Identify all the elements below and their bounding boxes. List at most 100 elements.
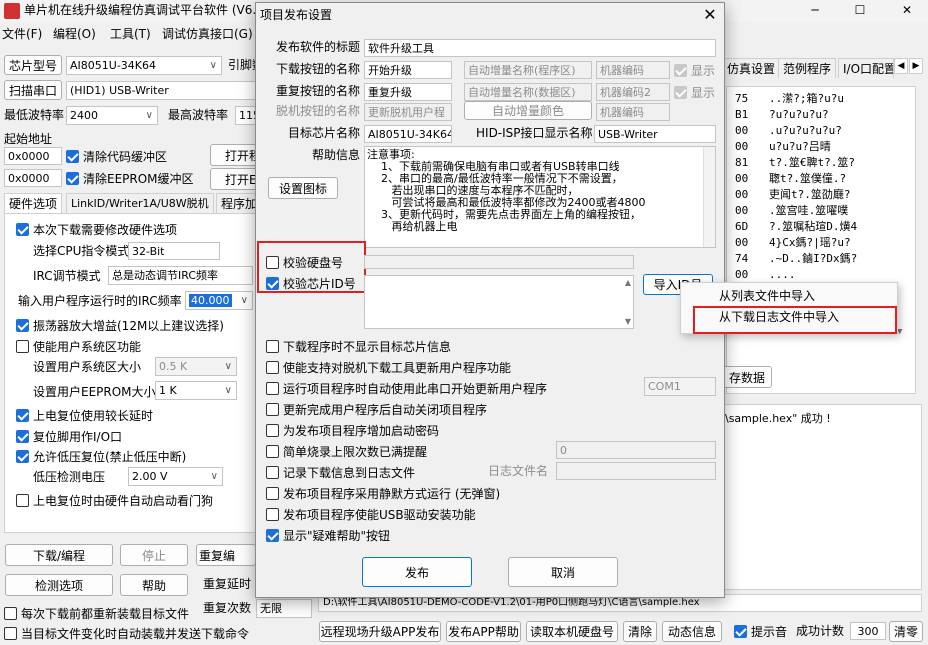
reset-io-checkbox[interactable]: 复位脚用作I/O口 xyxy=(16,426,122,446)
chip-type-combo[interactable]: AI8051U-34K64 ∨ xyxy=(66,56,222,75)
verify-chip-checkbox[interactable]: 校验芯片ID号 xyxy=(266,273,356,293)
dynamic-info-button[interactable]: 动态信息 xyxy=(662,621,722,642)
maximize-icon[interactable]: ☐ xyxy=(845,0,875,22)
main-close-icon[interactable]: ✕ xyxy=(892,0,922,22)
auto-inc-color-button[interactable]: 自动增量颜色 xyxy=(464,101,592,120)
option-checkbox[interactable]: 发布项目程序使能USB驱动安装功能 xyxy=(266,504,476,524)
eeprom-size-combo[interactable]: 1 K ∨ xyxy=(155,381,237,400)
menu-item-import-log[interactable]: 从下载日志文件中导入 xyxy=(719,307,839,327)
close-icon[interactable]: ✕ xyxy=(696,3,724,27)
chip-type-button[interactable]: 芯片型号 xyxy=(4,55,62,75)
help-button[interactable]: 帮助 xyxy=(120,574,188,596)
scan-port-button[interactable]: 扫描串口 xyxy=(4,80,62,100)
irc-mode-combo[interactable]: 总是动态调节IRC频率 xyxy=(108,266,253,285)
tab-linkid[interactable]: LinkID/Writer1A/U8W脱机 xyxy=(66,193,214,213)
hex-address: 81 xyxy=(735,156,749,169)
clear-code-checkbox[interactable]: 清除代码缓冲区 xyxy=(66,146,167,166)
option-checkbox[interactable]: 下载程序时不显示目标芯片信息 xyxy=(266,336,451,356)
option-checkbox[interactable]: 更新完成用户程序后自动关闭项目程序 xyxy=(266,399,487,419)
chip-id-list[interactable]: ▲ ▼ xyxy=(364,275,634,329)
chip-id-scroll-down-icon[interactable]: ▼ xyxy=(625,317,631,326)
hex-ascii-row: .u?u?u?u?u? xyxy=(769,124,842,137)
target-chip-input[interactable]: AI8051U-34K64 xyxy=(364,125,452,143)
repeat-btn-name-input[interactable]: 重复升级 xyxy=(364,83,452,101)
cancel-button[interactable]: 取消 xyxy=(508,557,618,587)
download-btn-name-input[interactable]: 开始升级 xyxy=(364,61,452,79)
show1-checkbox[interactable]: 显示 xyxy=(674,60,715,80)
menu-file[interactable]: 文件(F) xyxy=(2,24,42,44)
repeat-count-combo[interactable]: 无限 xyxy=(256,599,312,618)
clear-zero-button[interactable]: 清零 xyxy=(889,621,923,642)
addr1-input[interactable]: 0x0000 xyxy=(4,147,62,165)
hid-display-input[interactable]: USB-Writer xyxy=(594,125,716,143)
option-label: 简单烧录上限次数已满提醒 xyxy=(283,444,428,459)
auto-inc-program-input[interactable]: 自动增量名称(程序区) xyxy=(464,61,592,79)
auto-inc-data-input[interactable]: 自动增量名称(数据区) xyxy=(464,83,592,101)
cpu-mode-combo[interactable]: 32-Bit xyxy=(128,242,220,260)
menu-debug[interactable]: 调试仿真接口(G) xyxy=(162,24,253,44)
hex-ascii-row: t?.筮€聛t?.筮? xyxy=(769,156,855,169)
minimize-icon[interactable]: ─ xyxy=(800,0,830,22)
watchdog-checkbox[interactable]: 上电复位时由硬件自动启动看门狗 xyxy=(16,490,213,510)
beep-checkbox[interactable]: 提示音 xyxy=(734,621,787,641)
tab-examples[interactable]: 范例程序 xyxy=(778,58,837,78)
auto-load-checkbox[interactable]: 当目标文件变化时自动装载并发送下载命令 xyxy=(4,623,249,643)
count-limit-input[interactable]: 0 xyxy=(556,441,716,459)
check-options-button[interactable]: 检测选项 xyxy=(5,574,113,596)
offline-btn-name-input[interactable]: 更新脱机用户程 xyxy=(364,103,452,121)
option-checkbox[interactable]: 使能支持对脱机下载工具更新用户程序功能 xyxy=(266,357,511,377)
chip-id-scroll-up-icon[interactable]: ▲ xyxy=(625,278,631,287)
reload-checkbox[interactable]: 每次下载前都重新装载目标文件 xyxy=(4,603,189,623)
save-data-button[interactable]: 存数据 xyxy=(722,366,772,388)
addr2-input[interactable]: 0x0000 xyxy=(4,169,62,187)
remote-upgrade-button[interactable]: 远程现场升级APP发布 xyxy=(319,621,441,642)
option-checkbox[interactable]: 运行项目程序时自动使用此串口开始更新用户程序 xyxy=(266,378,547,398)
port-combo[interactable]: (HID1) USB-Writer xyxy=(66,81,256,100)
machine-code2-input[interactable]: 机器编码2 xyxy=(596,83,670,101)
help-scrollbar[interactable] xyxy=(703,147,715,247)
log-file-input[interactable] xyxy=(556,462,716,480)
tab-simulation[interactable]: 仿真设置 xyxy=(722,58,781,78)
release-title-input[interactable]: 软件升级工具 xyxy=(364,39,716,57)
irc-freq-combo[interactable]: 40.000 ∨ xyxy=(185,291,253,310)
chevron-down-icon: ∨ xyxy=(145,110,153,121)
read-disk-button[interactable]: 读取本机硬盘号 xyxy=(526,621,618,642)
verify-disk-input[interactable] xyxy=(364,255,634,269)
help-info-textarea[interactable]: 注意事项: 1、下载前需确保电脑有串口或者有USB转串口线 2、串口的最高/最低… xyxy=(364,146,716,248)
menu-item-import-list[interactable]: 从列表文件中导入 xyxy=(719,286,815,306)
redownload-button[interactable]: 重复编 xyxy=(196,544,256,566)
repeat-btn-name-label: 重复按钮的名称 xyxy=(276,84,361,98)
show2-checkbox[interactable]: 显示 xyxy=(674,82,715,102)
menu-program[interactable]: 编程(O) xyxy=(53,24,96,44)
menu-tools[interactable]: 工具(T) xyxy=(110,24,151,44)
option-checkbox[interactable]: 记录下载信息到日志文件 xyxy=(266,462,415,482)
sys-area-checkbox[interactable]: 使能用户系统区功能 xyxy=(16,336,141,356)
tab-scroll-right-icon[interactable]: ▶ xyxy=(909,58,923,74)
option-checkbox[interactable]: 简单烧录上限次数已满提醒 xyxy=(266,441,427,461)
min-baud-combo[interactable]: 2400 ∨ xyxy=(66,106,158,125)
clear-eeprom-checkbox[interactable]: 清除EEPROM缓冲区 xyxy=(66,168,194,188)
tab-io-config[interactable]: I/O口配置 xyxy=(838,58,894,78)
amp-gain-checkbox[interactable]: 振荡器放大增益(12M以上建议选择) xyxy=(16,315,224,335)
publish-app-help-button[interactable]: 发布APP帮助 xyxy=(446,621,521,642)
machine-code-input[interactable]: 机器编码 xyxy=(596,61,670,79)
option-checkbox[interactable]: 发布项目程序采用静默方式运行 (无弹窗) xyxy=(266,483,500,503)
lvd-voltage-combo[interactable]: 2.00 V ∨ xyxy=(128,467,223,486)
stop-button[interactable]: 停止 xyxy=(120,544,188,566)
download-button[interactable]: 下载/编程 xyxy=(5,544,113,566)
option-checkbox[interactable]: 显示"疑难帮助"按钮 xyxy=(266,525,390,545)
power-delay-checkbox[interactable]: 上电复位使用较长延时 xyxy=(16,405,153,425)
set-icon-button[interactable]: 设置图标 xyxy=(268,177,338,199)
verify-disk-checkbox[interactable]: 校验硬盘号 xyxy=(266,252,343,272)
publish-button[interactable]: 发布 xyxy=(362,557,472,587)
machine-code-color-input[interactable]: 机器编码 xyxy=(596,103,670,121)
sys-size-combo[interactable]: 0.5 K ∨ xyxy=(155,357,237,376)
tab-scroll-left-icon[interactable]: ◀ xyxy=(894,58,908,74)
com-port-combo[interactable]: COM1 xyxy=(644,377,716,396)
lvd-checkbox[interactable]: 允许低压复位(禁止低压中断) xyxy=(16,446,186,466)
tab-hardware[interactable]: 硬件选项 xyxy=(4,193,63,213)
option-checkbox[interactable]: 为发布项目程序增加启动密码 xyxy=(266,420,439,440)
hid-display-label: HID-ISP接口显示名称 xyxy=(476,126,593,140)
modify-hw-checkbox[interactable]: 本次下载需要修改硬件选项 xyxy=(16,219,177,239)
clear-log-button[interactable]: 清除 xyxy=(623,621,657,642)
